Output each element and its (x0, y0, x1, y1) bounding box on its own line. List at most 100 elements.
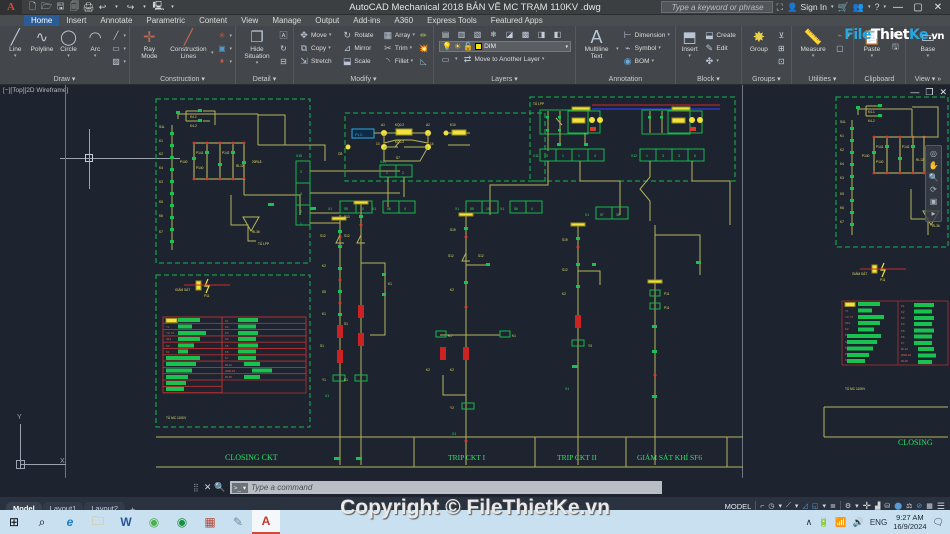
panel-expand-icon[interactable]: ▾ (373, 75, 377, 83)
multiline-text-button[interactable]: A Multiline Text (579, 28, 614, 60)
symbol-button[interactable]: ⌁ Symbol ▾ (621, 42, 672, 54)
revision-icon[interactable]: ↻ (277, 42, 290, 54)
move-layer-dropdown-icon[interactable]: ▾ (542, 56, 545, 62)
language-indicator[interactable]: ENG (870, 518, 887, 527)
viewport-restore-icon[interactable]: ❐ (925, 87, 933, 98)
insert-dropdown-icon[interactable]: ▾ (688, 53, 691, 60)
help-dropdown-icon[interactable]: ▾ (883, 4, 886, 10)
chrome-icon[interactable]: ◉ (168, 510, 196, 534)
insert-block-button[interactable]: ⬒ Insert ▾ (679, 28, 700, 60)
nav-more-icon[interactable]: ▸ (931, 209, 935, 218)
tab-express-tools[interactable]: Express Tools (420, 15, 484, 26)
share-dropdown-icon[interactable]: ▾ (868, 4, 871, 10)
panel-title-view[interactable]: View ▾» (906, 74, 950, 84)
hatch-line-icon[interactable]: ╱ (110, 29, 123, 41)
layer-off-icon[interactable]: ◪ (503, 28, 516, 40)
minimize-button[interactable]: — (890, 2, 906, 13)
polar-dropdown-icon[interactable]: ▾ (779, 502, 783, 510)
layer-iso-icon[interactable]: ▥ (455, 28, 468, 40)
panel-title-clipboard[interactable]: Clipboard (854, 74, 905, 84)
showmotion-icon[interactable]: ▣ (930, 197, 938, 206)
steering-wheel-icon[interactable]: ◎ (930, 149, 937, 158)
tab-home[interactable]: Home (24, 15, 60, 26)
autodesk-app-icon[interactable]: ⛶ (777, 2, 783, 13)
tab-annotate[interactable]: Annotate (93, 15, 139, 26)
layer-prop-icon[interactable]: ▤ (439, 28, 452, 40)
circle-dropdown-icon[interactable]: ▾ (67, 53, 70, 60)
command-prompt-icon[interactable]: >_ ▾ (231, 482, 249, 493)
block-attr-dropdown-icon[interactable]: ▾ (716, 58, 719, 64)
block-attr-button[interactable]: ✤ ▾ (702, 55, 738, 67)
layer-color-swatch[interactable] (475, 43, 483, 50)
layer-on-icon[interactable]: 💡 (442, 42, 452, 51)
array-dropdown-icon[interactable]: ▾ (412, 32, 415, 38)
tray-chevron-icon[interactable]: ∧ (806, 517, 813, 528)
panel-title-block[interactable]: Block ▾ (676, 74, 741, 84)
panel-title-groups[interactable]: Groups ▾ (742, 74, 791, 84)
copy-dropdown-icon[interactable]: ▾ (328, 45, 331, 51)
saveas-icon[interactable]: 🗐 (68, 1, 81, 14)
holechart-icon[interactable]: ▣ (215, 42, 228, 54)
symbol-detail-icon[interactable]: ⊟ (277, 55, 290, 67)
measure-button[interactable]: 📏 Measure ▾ (795, 28, 831, 60)
copy-button[interactable]: ⧉ Copy ▾ (297, 42, 340, 54)
file-explorer-icon[interactable]: 🗀 (84, 510, 112, 534)
paste-dropdown-icon[interactable]: ▾ (871, 53, 874, 60)
search-button[interactable]: ⌕ (28, 510, 56, 534)
line-button[interactable]: ╱ Line ▾ (3, 28, 28, 60)
polar-tracking-icon[interactable]: ◷ (768, 502, 774, 510)
move-dropdown-icon[interactable]: ▾ (329, 32, 332, 38)
tab-featured-apps[interactable]: Featured Apps (484, 15, 550, 26)
panel-expand-icon[interactable]: ▾ (201, 75, 205, 83)
annotation-scale-icon[interactable]: ≣ (830, 502, 836, 510)
tab-manage[interactable]: Manage (265, 15, 308, 26)
fit-icon[interactable]: ⬧ (215, 55, 228, 67)
edit-polyline-icon[interactable]: ✏ (417, 29, 430, 41)
panel-title-utilities[interactable]: Utilities ▾ (792, 74, 853, 84)
symbol-dropdown-icon[interactable]: ▾ (658, 45, 661, 51)
panel-expand-icon[interactable]: ▾ (273, 75, 277, 83)
hide-dropdown-icon[interactable]: ▾ (256, 60, 259, 67)
ortho-icon[interactable]: ⌐ (760, 503, 764, 510)
rotate-button[interactable]: ↻ Rotate (340, 29, 381, 41)
fillet-dropdown-icon[interactable]: ▾ (411, 58, 414, 64)
clean-screen-icon[interactable]: ⬤ (894, 502, 902, 510)
workspace-icon[interactable]: ⚙ (845, 502, 851, 510)
rectangle-icon[interactable]: ▭ (110, 42, 123, 54)
paste-special-icon[interactable]: 🖫 (889, 42, 902, 54)
command-close-icon[interactable]: ✕ (201, 482, 215, 493)
fullscreen-icon[interactable]: ⊘ (916, 502, 922, 510)
layer-thaw-icon[interactable]: ☀ (454, 42, 461, 51)
explode-icon[interactable]: 💥 (417, 42, 430, 54)
search-input[interactable]: Type a keyword or phrase (660, 1, 773, 13)
layer-state-dropdown-icon[interactable]: ▾ (455, 56, 458, 62)
autocad-icon[interactable]: A (252, 510, 280, 534)
layer-lock-icon[interactable]: ▩ (519, 28, 532, 40)
annotation-dropdown-icon[interactable]: ▾ (822, 502, 826, 510)
panel-title-layers[interactable]: Layers ▾ (434, 74, 575, 84)
tab-insert[interactable]: Insert (59, 15, 93, 26)
sign-in-button[interactable]: 👤 Sign In (787, 2, 827, 13)
gradient-icon[interactable]: ▨ (110, 55, 123, 67)
pan-icon[interactable]: ✋ (929, 161, 939, 170)
arc-button[interactable]: ◠ Arc ▾ (83, 28, 108, 60)
layer-freeze-icon[interactable]: ❄ (487, 28, 500, 40)
command-search-icon[interactable]: 🔍 (214, 482, 229, 493)
base-dropdown-icon[interactable]: ▾ (927, 53, 930, 60)
detail-a-icon[interactable]: 🄰 (277, 29, 290, 41)
group-edit-icon[interactable]: ⊞ (775, 42, 788, 54)
hardware-accel-icon[interactable]: ▟ (875, 502, 880, 510)
move-button[interactable]: ✥ Move ▾ (297, 29, 340, 41)
workspace-icon[interactable]: 🖳 (152, 1, 165, 14)
graphics-icon[interactable]: ▦ (926, 502, 933, 510)
tab-addins[interactable]: Add-ins (346, 15, 387, 26)
fillet-button[interactable]: ◝ Fillet ▾ (381, 55, 417, 67)
application-menu-button[interactable]: A (0, 0, 22, 15)
save-icon[interactable]: 🖫 (54, 1, 67, 14)
undo-icon[interactable]: ↩ (96, 1, 109, 14)
drawing-canvas[interactable]: [−][Top][2D Wireframe] .gdash{fill:none;… (0, 85, 950, 478)
centerline-icon[interactable]: ✳ (215, 29, 228, 41)
plot-icon[interactable]: 🖨 (82, 1, 95, 14)
qat-dropdown-icon[interactable]: ▾ (166, 1, 179, 14)
mtext-dropdown-icon[interactable]: ▾ (616, 28, 619, 52)
